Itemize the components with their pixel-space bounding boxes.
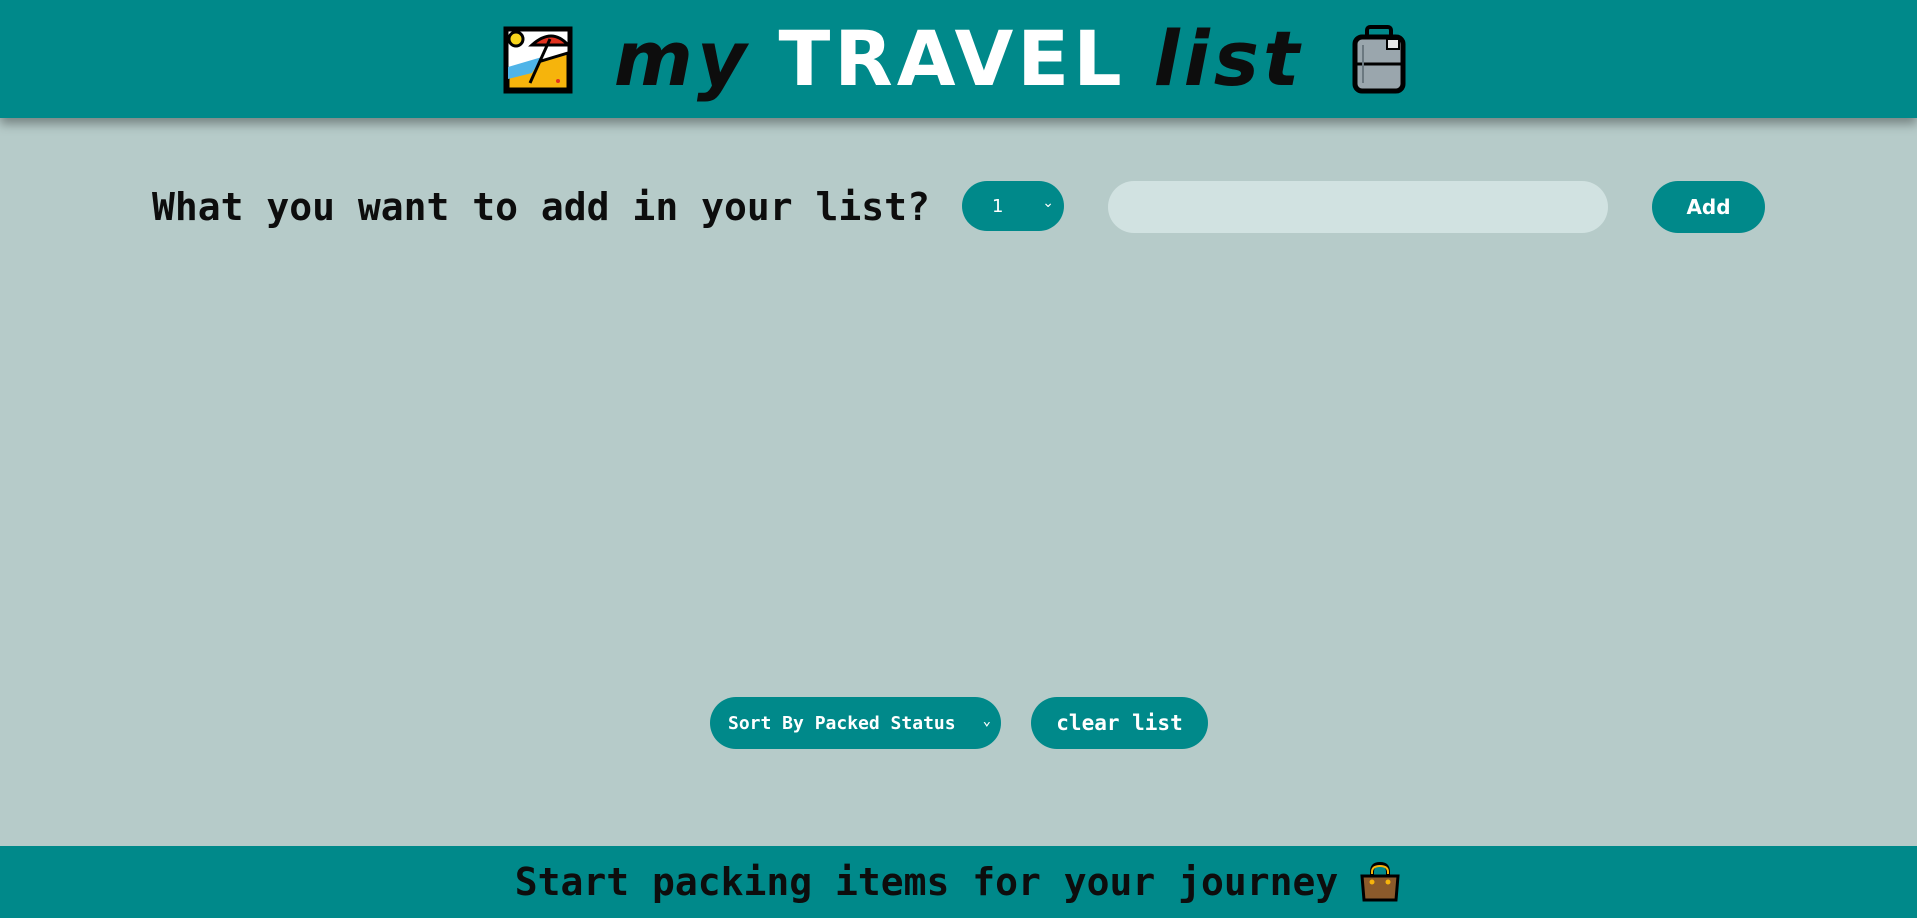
add-item-form: What you want to add in your list? 1 ⌄ A… [0, 181, 1917, 233]
sort-value: Sort By Packed Status [728, 712, 956, 734]
item-description-input[interactable] [1108, 181, 1608, 233]
beach-umbrella-icon [502, 23, 574, 95]
list-actions: Sort By Packed Status ⌄ clear list [0, 697, 1917, 749]
handbag-icon [1358, 860, 1402, 904]
app-title: my TRAVEL list [614, 21, 1304, 97]
add-button[interactable]: Add [1652, 181, 1765, 233]
add-item-question: What you want to add in your list? [152, 185, 930, 229]
clear-list-button[interactable]: clear list [1031, 697, 1208, 749]
app-header: my TRAVEL list [0, 0, 1917, 118]
quantity-select[interactable]: 1 ⌄ [962, 181, 1064, 231]
app-footer: Start packing items for your journey [0, 846, 1917, 918]
title-word-list: list [1153, 14, 1304, 103]
title-word-my: my [613, 14, 751, 103]
title-word-travel: TRAVEL [778, 14, 1126, 103]
sort-select[interactable]: Sort By Packed Status ⌄ [710, 697, 1001, 749]
chevron-down-icon: ⌄ [1042, 195, 1054, 211]
quantity-value: 1 [992, 195, 1004, 217]
chevron-down-icon: ⌄ [982, 713, 991, 729]
luggage-icon [1343, 23, 1415, 95]
footer-message: Start packing items for your journey [514, 860, 1339, 904]
